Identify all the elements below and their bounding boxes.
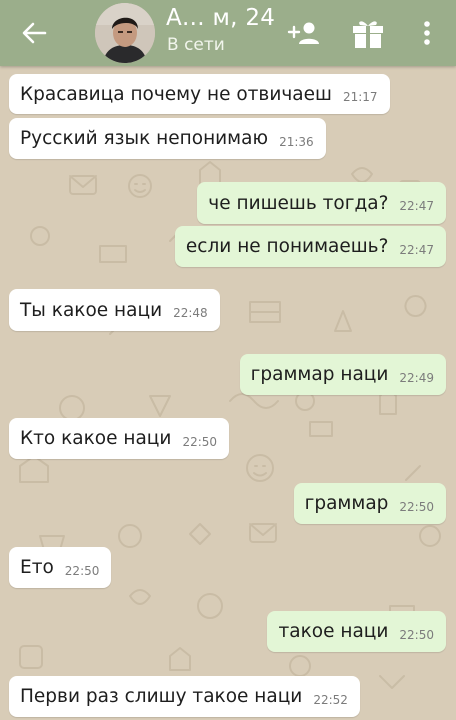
- contact-name[interactable]: А... м, 24: [166, 5, 275, 31]
- message-time: 22:52: [313, 692, 348, 707]
- message-outgoing[interactable]: граммар наци 22:49: [239, 354, 446, 395]
- more-vert-icon: [424, 21, 430, 45]
- more-options-button[interactable]: [408, 14, 446, 52]
- message-time: 22:50: [399, 627, 434, 642]
- message-time: 22:47: [399, 199, 434, 213]
- online-status: В сети: [167, 35, 225, 55]
- avatar-photo: [95, 3, 155, 63]
- message-incoming[interactable]: Кто какое наци 22:50: [9, 418, 230, 459]
- arrow-back-icon: [22, 22, 47, 44]
- message-incoming[interactable]: Ты какое наци 22:48: [9, 289, 220, 331]
- avatar[interactable]: [95, 3, 155, 63]
- message-text: Перви раз слишу такое наци: [20, 686, 303, 707]
- message-incoming[interactable]: Ето 22:50: [9, 547, 112, 588]
- message-outgoing[interactable]: граммар 22:50: [293, 483, 446, 524]
- message-outgoing[interactable]: такое наци 22:50: [267, 611, 446, 652]
- message-time: 22:48: [173, 306, 208, 320]
- message-outgoing[interactable]: если не понимаешь? 22:47: [174, 226, 446, 267]
- message-outgoing[interactable]: че пишешь тогда? 22:47: [197, 182, 446, 224]
- message-text: Ето: [20, 557, 54, 578]
- message-time: 21:36: [279, 134, 314, 149]
- message-text: если не понимаешь?: [185, 236, 389, 257]
- message-time: 21:17: [342, 90, 378, 104]
- message-incoming[interactable]: Красавица почему не отвичаеш 21:17: [9, 74, 390, 114]
- message-incoming[interactable]: Русский язык непонимаю 21:36: [9, 118, 326, 159]
- add-friend-button[interactable]: [284, 14, 324, 52]
- message-time: 22:50: [64, 563, 100, 578]
- message-text: Красавица почему не отвичаеш: [20, 83, 332, 105]
- message-text: граммар: [304, 493, 389, 514]
- message-time: 22:50: [182, 434, 218, 449]
- chat-area[interactable]: Красавица почему не отвичаеш 21:17 Русск…: [0, 66, 456, 720]
- message-incoming[interactable]: Перви раз слишу такое наци 22:52: [9, 676, 360, 717]
- gift-button[interactable]: [348, 14, 388, 52]
- gift-icon: [353, 21, 383, 48]
- message-text: Кто какое наци: [20, 428, 172, 449]
- message-text: граммар наци: [250, 364, 389, 385]
- message-time: 22:49: [399, 370, 434, 385]
- message-text: Ты какое наци: [20, 299, 163, 321]
- message-text: такое наци: [278, 621, 389, 642]
- back-button[interactable]: [14, 15, 54, 51]
- message-text: Русский язык непонимаю: [20, 128, 269, 149]
- message-time: 22:50: [399, 499, 434, 514]
- chat-header: А... м, 24 В сети: [0, 0, 456, 66]
- add-friend-icon: [287, 22, 319, 44]
- message-time: 22:47: [399, 242, 434, 257]
- message-text: че пишешь тогда?: [208, 192, 389, 214]
